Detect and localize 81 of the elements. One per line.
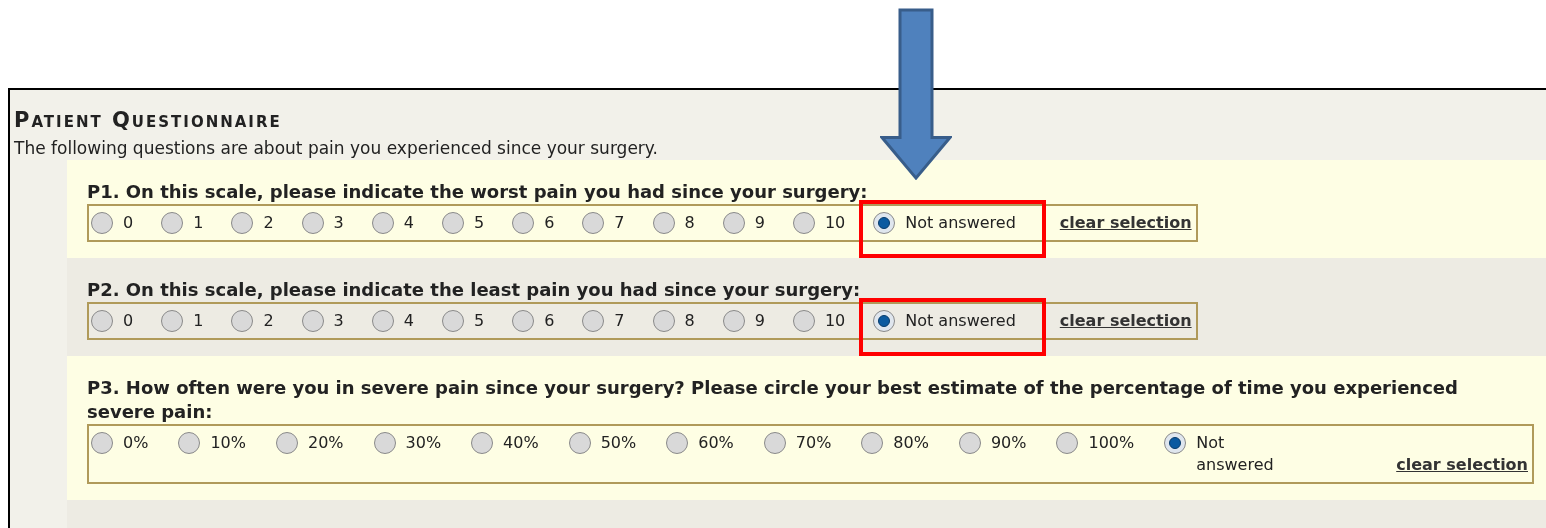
radio-button[interactable] xyxy=(441,310,464,332)
option-label: 8 xyxy=(684,310,695,332)
option-label: 10 xyxy=(824,212,846,234)
radio-button[interactable] xyxy=(582,212,605,234)
option-label: 10% xyxy=(210,432,246,454)
option-label: 6 xyxy=(544,310,555,332)
option-label: 10 xyxy=(824,310,846,332)
radio-button[interactable] xyxy=(161,212,184,234)
option-label: 1 xyxy=(193,212,204,234)
radio-button[interactable] xyxy=(91,212,113,234)
option-label: 80% xyxy=(893,432,929,454)
radio-button[interactable] xyxy=(275,432,298,454)
radio-button[interactable] xyxy=(568,432,591,454)
option-label: 30% xyxy=(405,432,442,454)
question-text: P1. On this scale, please indicate the worst pain you had since your surgery: xyxy=(87,180,869,204)
question-text: P3. How often were you in severe pain since your surgery? Please circle your best estimate of the percentage of time you experienced severe pain: xyxy=(87,376,1459,424)
radio-button[interactable] xyxy=(371,212,394,234)
clear-selection-link[interactable]: clear selection xyxy=(1396,454,1528,476)
option-label: 2 xyxy=(263,310,274,332)
radio-button[interactable] xyxy=(441,212,464,234)
radio-button[interactable] xyxy=(178,432,201,454)
option-label: 4 xyxy=(403,310,414,332)
option-label: 50% xyxy=(600,432,637,454)
radio-button[interactable] xyxy=(301,212,324,234)
option-label: 5 xyxy=(473,212,485,234)
option-label: Not answered xyxy=(905,310,1016,332)
option-label: 0% xyxy=(123,432,149,454)
radio-button[interactable] xyxy=(161,310,184,332)
option-label: 3 xyxy=(333,212,344,234)
radio-button[interactable] xyxy=(792,212,815,234)
option-label: 7 xyxy=(614,310,625,332)
option-label: 3 xyxy=(333,310,344,332)
option-label: 100% xyxy=(1088,432,1135,454)
radio-button[interactable] xyxy=(512,212,535,234)
radio-button[interactable] xyxy=(652,212,675,234)
intro-text: The following questions are about pain you experienced since your surgery. xyxy=(14,137,659,160)
option-label: Not answered xyxy=(1196,432,1275,476)
radio-button[interactable] xyxy=(1164,432,1187,454)
question-text: P2. On this scale, please indicate the least pain you had since your surgery: xyxy=(87,278,862,302)
radio-button[interactable] xyxy=(301,310,324,332)
option-label: 9 xyxy=(754,212,765,234)
option-label: 0 xyxy=(123,310,134,332)
radio-button[interactable] xyxy=(873,310,896,332)
radio-button[interactable] xyxy=(471,432,494,454)
clear-selection-link[interactable]: clear selection xyxy=(1059,212,1192,234)
radio-button[interactable] xyxy=(763,432,786,454)
radio-button[interactable] xyxy=(512,310,535,332)
option-label: 0 xyxy=(123,212,134,234)
radio-button[interactable] xyxy=(373,432,396,454)
radio-button[interactable] xyxy=(666,432,689,454)
radio-button[interactable] xyxy=(861,432,884,454)
radio-button[interactable] xyxy=(722,212,745,234)
option-label: 90% xyxy=(990,432,1027,454)
option-label: 6 xyxy=(544,212,555,234)
option-label: 7 xyxy=(614,212,625,234)
option-label: 40% xyxy=(503,432,539,454)
radio-button[interactable] xyxy=(582,310,605,332)
radio-button[interactable] xyxy=(91,432,113,454)
radio-button[interactable] xyxy=(652,310,675,332)
radio-button[interactable] xyxy=(1056,432,1079,454)
option-label: 1 xyxy=(193,310,204,332)
radio-button[interactable] xyxy=(722,310,745,332)
option-label: 2 xyxy=(263,212,274,234)
radio-button[interactable] xyxy=(231,310,254,332)
option-label: 5 xyxy=(473,310,485,332)
option-label: 8 xyxy=(684,212,695,234)
option-label: 9 xyxy=(754,310,765,332)
radio-button[interactable] xyxy=(873,212,896,234)
clear-selection-link[interactable]: clear selection xyxy=(1059,310,1192,332)
radio-button[interactable] xyxy=(231,212,254,234)
radio-button[interactable] xyxy=(91,310,113,332)
option-label: 4 xyxy=(403,212,414,234)
option-label: 70% xyxy=(795,432,832,454)
option-label: Not answered xyxy=(905,212,1016,234)
radio-button[interactable] xyxy=(792,310,815,332)
form-title: Patient Questionnaire xyxy=(14,107,283,134)
radio-button[interactable] xyxy=(371,310,394,332)
option-label: 20% xyxy=(307,432,344,454)
down-arrow-icon xyxy=(880,8,952,180)
option-label: 60% xyxy=(698,432,734,454)
radio-button[interactable] xyxy=(958,432,981,454)
